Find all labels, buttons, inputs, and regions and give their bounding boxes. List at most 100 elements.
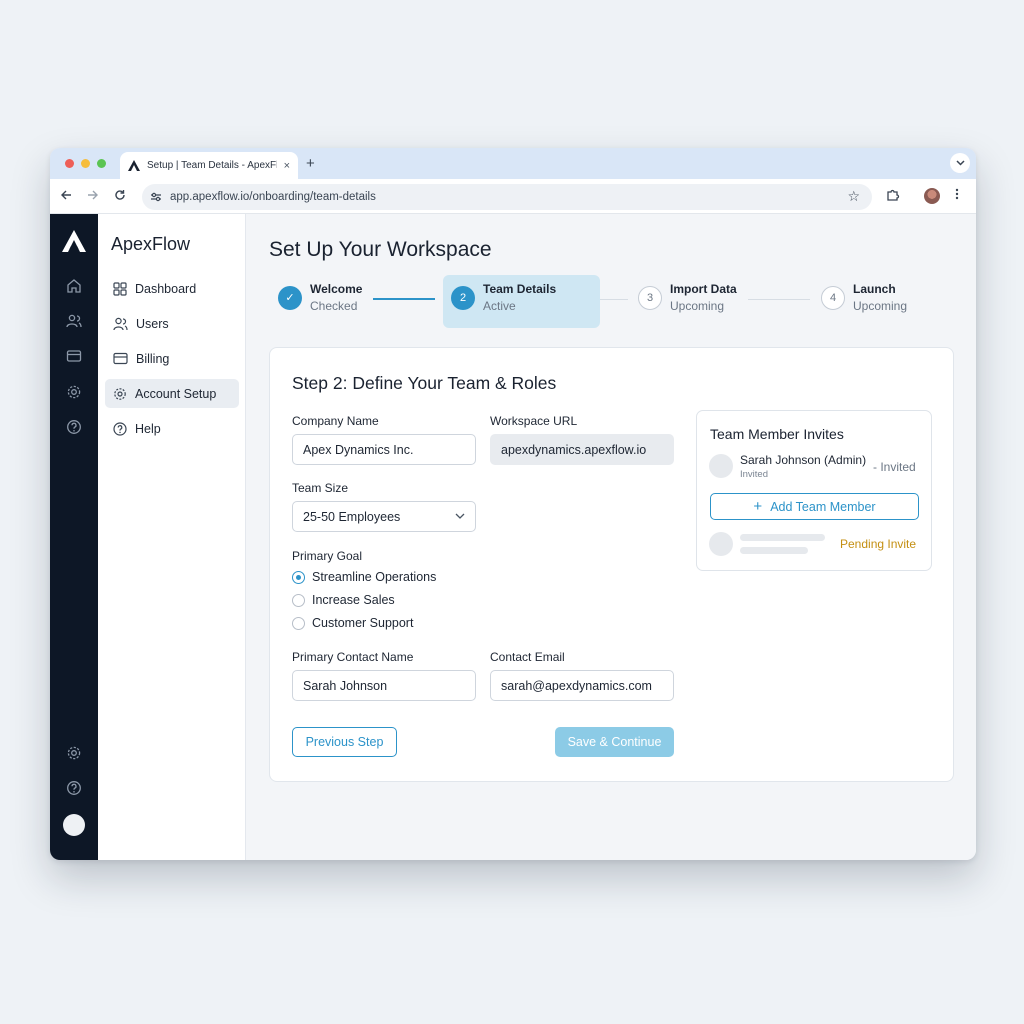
maximize-window-button[interactable] (97, 159, 106, 168)
sidebar-item-label: Users (136, 316, 169, 331)
contact-name-field[interactable]: Sarah Johnson (292, 670, 476, 701)
bookmark-star-icon[interactable]: ☆ (847, 188, 860, 205)
address-bar[interactable]: app.apexflow.io/onboarding/team-details … (142, 184, 872, 210)
step-number: 2 (451, 285, 475, 310)
back-button[interactable] (60, 188, 72, 204)
browser-tab[interactable]: Setup | Team Details - ApexFlow × (120, 152, 298, 179)
reload-icon (115, 190, 125, 200)
goal-option-label: Customer Support (312, 616, 414, 630)
apexflow-favicon-icon (128, 160, 140, 171)
step-title: Team Details (483, 282, 557, 296)
sidebar-item-label: Dashboard (135, 281, 197, 296)
rail-users-icon[interactable] (50, 313, 98, 334)
member-status: - Invited (873, 460, 916, 474)
pending-invite-status: Pending Invite (840, 537, 917, 551)
minimize-window-button[interactable] (81, 159, 90, 168)
team-size-select[interactable]: 25-50 Employees (292, 501, 476, 532)
step-status: Upcoming (853, 299, 908, 313)
reload-button[interactable] (114, 188, 126, 204)
step-status: Active (483, 299, 516, 313)
tab-menu-button[interactable] (950, 153, 970, 173)
step-team-details[interactable]: 2 Team Details Active (451, 282, 556, 313)
step-title: Welcome (310, 282, 363, 296)
browser-menu-button[interactable] (955, 188, 959, 203)
puzzle-icon (887, 189, 900, 201)
step-launch[interactable]: 4 Launch Upcoming (821, 282, 907, 313)
tab-title: Setup | Team Details - ApexFlow (147, 160, 277, 171)
member-name: Sarah Johnson (Admin) (740, 453, 867, 467)
page-title: Set Up Your Workspace (269, 238, 492, 261)
rail-gear-icon[interactable] (50, 384, 98, 405)
sidebar-item-dashboard[interactable]: Dashboard (105, 274, 239, 303)
pending-avatar-placeholder (709, 532, 733, 556)
sidebar-item-label: Account Setup (135, 386, 217, 401)
radio-checked-icon (292, 570, 305, 584)
member-sub-status: Invited (740, 469, 768, 480)
sidebar-item-billing[interactable]: Billing (105, 344, 239, 373)
team-size-label: Team Size (292, 481, 349, 495)
radio-unchecked-icon (292, 616, 305, 630)
step-number: 3 (638, 285, 662, 310)
goal-option-sales[interactable]: Increase Sales (292, 593, 395, 607)
step-title: Launch (853, 282, 896, 296)
rail-settings-bottom-icon[interactable] (50, 745, 98, 766)
member-avatar (709, 454, 733, 478)
skeleton-line (740, 534, 825, 541)
step-status: Upcoming (670, 299, 725, 313)
stepper-connector (373, 298, 435, 300)
new-tab-button[interactable]: + (306, 155, 315, 172)
goal-option-label: Streamline Operations (312, 570, 437, 584)
goal-option-label: Increase Sales (312, 593, 395, 607)
extensions-button[interactable] (886, 188, 900, 205)
profile-avatar[interactable] (924, 188, 940, 204)
company-name-field[interactable]: Apex Dynamics Inc. (292, 434, 476, 465)
rail-card-icon[interactable] (50, 348, 98, 369)
kebab-menu-icon (955, 188, 959, 200)
add-team-member-button[interactable]: + Add Team Member (710, 493, 919, 520)
tab-close-icon[interactable]: × (284, 160, 290, 172)
icon-rail (50, 214, 98, 860)
browser-toolbar: app.apexflow.io/onboarding/team-details … (50, 179, 976, 214)
radio-unchecked-icon (292, 593, 305, 607)
workspace-url-label: Workspace URL (490, 414, 578, 428)
team-details-card: Step 2: Define Your Team & Roles Company… (269, 347, 954, 782)
brand-name: ApexFlow (111, 234, 191, 254)
grid-icon (113, 281, 127, 296)
sidebar-item-users[interactable]: Users (105, 309, 239, 338)
goal-option-support[interactable]: Customer Support (292, 616, 413, 630)
users-icon (113, 317, 128, 330)
step-import-data[interactable]: 3 Import Data Upcoming (638, 282, 737, 313)
rail-help-icon[interactable] (50, 419, 98, 440)
contact-email-label: Contact Email (490, 650, 565, 664)
plus-icon: + (753, 498, 763, 515)
rail-home-icon[interactable] (50, 278, 98, 299)
forward-button[interactable] (87, 188, 99, 204)
sidebar: ApexFlow Dashboard Users Billing Account… (98, 214, 246, 860)
sidebar-item-help[interactable]: Help (105, 414, 239, 443)
goal-option-streamline[interactable]: Streamline Operations (292, 570, 436, 584)
skeleton-line (740, 547, 808, 554)
add-team-member-label: Add Team Member (770, 499, 876, 514)
user-avatar[interactable] (63, 814, 85, 836)
step-status: Checked (310, 299, 358, 313)
invites-title: Team Member Invites (710, 426, 844, 442)
browser-window: Setup | Team Details - ApexFlow × + app.… (50, 148, 976, 860)
sidebar-item-label: Help (135, 421, 161, 436)
save-continue-button[interactable]: Save & Continue (555, 727, 674, 757)
stepper-connector (748, 299, 810, 300)
rail-help-bottom-icon[interactable] (50, 780, 98, 801)
contact-email-field[interactable]: sarah@apexdynamics.com (490, 670, 674, 701)
workspace-url-field[interactable]: apexdynamics.apexflow.io (490, 434, 674, 465)
primary-goal-label: Primary Goal (292, 549, 363, 563)
previous-step-button[interactable]: Previous Step (292, 727, 397, 757)
close-window-button[interactable] (65, 159, 74, 168)
chevron-down-icon (955, 160, 965, 166)
card-icon (113, 352, 128, 365)
contact-name-label: Primary Contact Name (292, 650, 414, 664)
site-settings-icon (151, 192, 161, 202)
sidebar-item-account-setup[interactable]: Account Setup (105, 379, 239, 408)
apexflow-logo-icon (50, 230, 98, 257)
step-welcome[interactable]: ✓ Welcome Checked (278, 282, 362, 313)
arrow-left-icon (61, 190, 71, 200)
step-title: Import Data (670, 282, 737, 296)
